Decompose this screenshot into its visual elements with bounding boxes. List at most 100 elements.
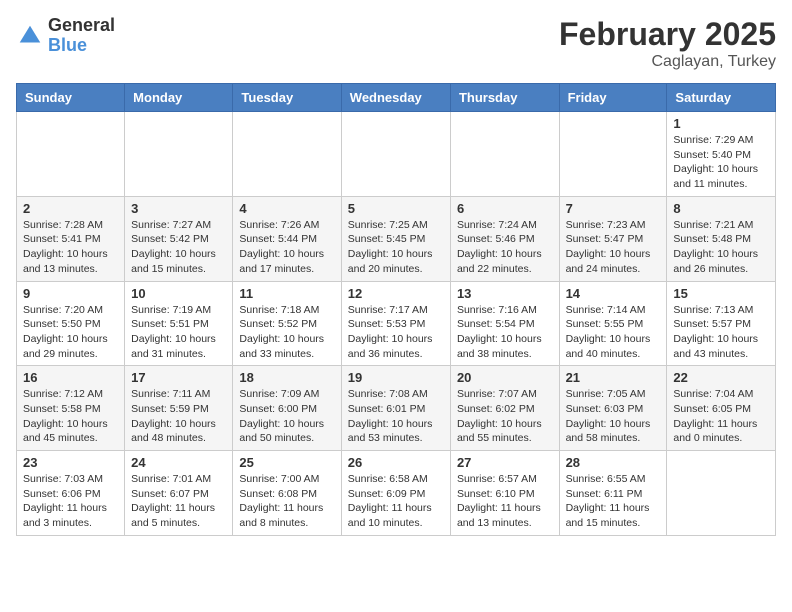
calendar-cell: 4 Sunrise: 7:26 AM Sunset: 5:44 PM Daylig… [233,196,341,281]
day-info: Sunrise: 7:26 AM Sunset: 5:44 PM Dayligh… [239,218,334,277]
calendar-cell: 18 Sunrise: 7:09 AM Sunset: 6:00 PM Dayli… [233,366,341,451]
day-info: Sunrise: 7:25 AM Sunset: 5:45 PM Dayligh… [348,218,444,277]
calendar-cell [17,112,125,197]
page-header: General Blue February 2025 Caglayan, Tur… [16,16,776,71]
day-info: Sunrise: 7:08 AM Sunset: 6:01 PM Dayligh… [348,387,444,446]
calendar-week-2: 2 Sunrise: 7:28 AM Sunset: 5:41 PM Daylig… [17,196,776,281]
calendar-cell: 1 Sunrise: 7:29 AM Sunset: 5:40 PM Daylig… [667,112,776,197]
day-number: 19 [348,370,444,385]
calendar-cell: 27 Sunrise: 6:57 AM Sunset: 6:10 PM Dayli… [450,451,559,536]
day-info: Sunrise: 7:16 AM Sunset: 5:54 PM Dayligh… [457,303,553,362]
day-number: 20 [457,370,553,385]
day-info: Sunrise: 7:13 AM Sunset: 5:57 PM Dayligh… [673,303,769,362]
calendar-cell: 3 Sunrise: 7:27 AM Sunset: 5:42 PM Daylig… [125,196,233,281]
day-info: Sunrise: 7:20 AM Sunset: 5:50 PM Dayligh… [23,303,118,362]
calendar-cell [233,112,341,197]
day-info: Sunrise: 7:11 AM Sunset: 5:59 PM Dayligh… [131,387,226,446]
calendar-cell [341,112,450,197]
logo-blue: Blue [48,36,115,56]
day-number: 23 [23,455,118,470]
logo-text: General Blue [48,16,115,56]
calendar-cell: 11Sunrise: 7:18 AM Sunset: 5:52 PM Dayli… [233,281,341,366]
logo-general: General [48,16,115,36]
day-number: 1 [673,116,769,131]
day-info: Sunrise: 7:05 AM Sunset: 6:03 PM Dayligh… [566,387,661,446]
day-number: 9 [23,286,118,301]
weekday-header-saturday: Saturday [667,84,776,112]
day-number: 6 [457,201,553,216]
calendar-cell: 13 Sunrise: 7:16 AM Sunset: 5:54 PM Dayli… [450,281,559,366]
calendar-cell: 25Sunrise: 7:00 AM Sunset: 6:08 PM Dayli… [233,451,341,536]
calendar-cell: 20Sunrise: 7:07 AM Sunset: 6:02 PM Dayli… [450,366,559,451]
day-info: Sunrise: 7:04 AM Sunset: 6:05 PM Dayligh… [673,387,769,446]
calendar-cell: 6 Sunrise: 7:24 AM Sunset: 5:46 PM Daylig… [450,196,559,281]
day-number: 13 [457,286,553,301]
day-info: Sunrise: 7:01 AM Sunset: 6:07 PM Dayligh… [131,472,226,531]
day-info: Sunrise: 7:28 AM Sunset: 5:41 PM Dayligh… [23,218,118,277]
calendar-cell: 14 Sunrise: 7:14 AM Sunset: 5:55 PM Dayli… [559,281,667,366]
logo: General Blue [16,16,115,56]
day-number: 17 [131,370,226,385]
calendar-cell: 24 Sunrise: 7:01 AM Sunset: 6:07 PM Dayli… [125,451,233,536]
day-info: Sunrise: 7:14 AM Sunset: 5:55 PM Dayligh… [566,303,661,362]
day-info: Sunrise: 7:27 AM Sunset: 5:42 PM Dayligh… [131,218,226,277]
day-number: 26 [348,455,444,470]
calendar-cell [450,112,559,197]
day-number: 8 [673,201,769,216]
day-info: Sunrise: 7:19 AM Sunset: 5:51 PM Dayligh… [131,303,226,362]
day-info: Sunrise: 7:29 AM Sunset: 5:40 PM Dayligh… [673,133,769,192]
day-number: 15 [673,286,769,301]
day-number: 18 [239,370,334,385]
calendar-week-5: 23 Sunrise: 7:03 AM Sunset: 6:06 PM Dayli… [17,451,776,536]
day-info: Sunrise: 7:12 AM Sunset: 5:58 PM Dayligh… [23,387,118,446]
weekday-header-tuesday: Tuesday [233,84,341,112]
calendar-cell: 26 Sunrise: 6:58 AM Sunset: 6:09 PM Dayli… [341,451,450,536]
calendar-header: SundayMondayTuesdayWednesdayThursdayFrid… [17,84,776,112]
calendar-body: 1 Sunrise: 7:29 AM Sunset: 5:40 PM Daylig… [17,112,776,536]
day-number: 14 [566,286,661,301]
day-number: 7 [566,201,661,216]
day-info: Sunrise: 7:09 AM Sunset: 6:00 PM Dayligh… [239,387,334,446]
weekday-header-monday: Monday [125,84,233,112]
calendar-week-3: 9 Sunrise: 7:20 AM Sunset: 5:50 PM Daylig… [17,281,776,366]
weekday-header-wednesday: Wednesday [341,84,450,112]
calendar-table: SundayMondayTuesdayWednesdayThursdayFrid… [16,83,776,536]
weekday-header-sunday: Sunday [17,84,125,112]
day-number: 27 [457,455,553,470]
day-info: Sunrise: 7:21 AM Sunset: 5:48 PM Dayligh… [673,218,769,277]
day-info: Sunrise: 7:24 AM Sunset: 5:46 PM Dayligh… [457,218,553,277]
weekday-header-row: SundayMondayTuesdayWednesdayThursdayFrid… [17,84,776,112]
calendar-cell: 28 Sunrise: 6:55 AM Sunset: 6:11 PM Dayli… [559,451,667,536]
calendar-cell [125,112,233,197]
calendar-week-1: 1 Sunrise: 7:29 AM Sunset: 5:40 PM Daylig… [17,112,776,197]
day-number: 5 [348,201,444,216]
weekday-header-friday: Friday [559,84,667,112]
calendar-cell [559,112,667,197]
calendar-cell: 12Sunrise: 7:17 AM Sunset: 5:53 PM Dayli… [341,281,450,366]
calendar-cell: 17 Sunrise: 7:11 AM Sunset: 5:59 PM Dayli… [125,366,233,451]
day-number: 4 [239,201,334,216]
day-info: Sunrise: 6:55 AM Sunset: 6:11 PM Dayligh… [566,472,661,531]
calendar-cell: 15 Sunrise: 7:13 AM Sunset: 5:57 PM Dayli… [667,281,776,366]
day-info: Sunrise: 7:23 AM Sunset: 5:47 PM Dayligh… [566,218,661,277]
title-block: February 2025 Caglayan, Turkey [559,16,776,71]
day-number: 24 [131,455,226,470]
calendar-cell: 21 Sunrise: 7:05 AM Sunset: 6:03 PM Dayli… [559,366,667,451]
day-info: Sunrise: 6:57 AM Sunset: 6:10 PM Dayligh… [457,472,553,531]
day-number: 11 [239,286,334,301]
day-number: 28 [566,455,661,470]
day-info: Sunrise: 7:03 AM Sunset: 6:06 PM Dayligh… [23,472,118,531]
calendar-cell: 8 Sunrise: 7:21 AM Sunset: 5:48 PM Daylig… [667,196,776,281]
calendar-cell: 9 Sunrise: 7:20 AM Sunset: 5:50 PM Daylig… [17,281,125,366]
day-number: 3 [131,201,226,216]
logo-icon [16,22,44,50]
location-title: Caglayan, Turkey [559,53,776,71]
calendar-cell: 16Sunrise: 7:12 AM Sunset: 5:58 PM Dayli… [17,366,125,451]
month-title: February 2025 [559,16,776,53]
day-number: 12 [348,286,444,301]
day-number: 21 [566,370,661,385]
day-number: 2 [23,201,118,216]
weekday-header-thursday: Thursday [450,84,559,112]
day-info: Sunrise: 6:58 AM Sunset: 6:09 PM Dayligh… [348,472,444,531]
calendar-cell [667,451,776,536]
